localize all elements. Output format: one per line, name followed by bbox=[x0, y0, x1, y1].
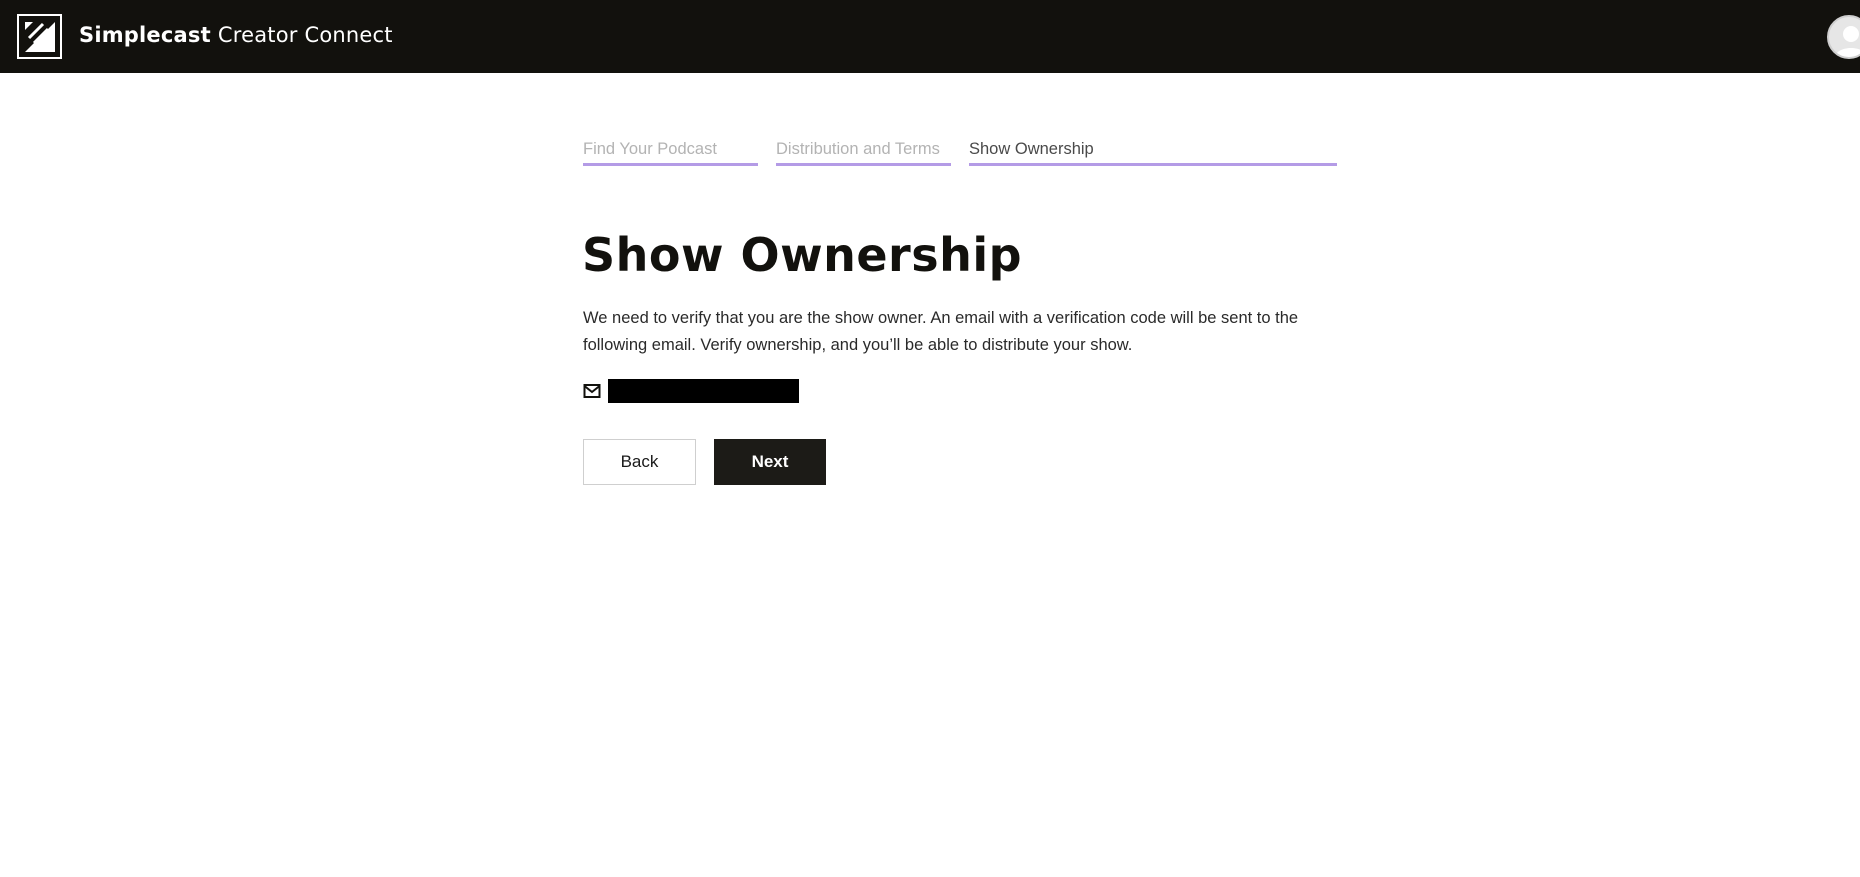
brand-title[interactable]: Simplecast Creator Connect bbox=[79, 23, 393, 47]
user-avatar-icon[interactable] bbox=[1827, 15, 1860, 59]
page-title: Show Ownership bbox=[582, 228, 1023, 282]
brand-name: Simplecast bbox=[79, 23, 211, 47]
step-distribution-and-terms[interactable]: Distribution and Terms bbox=[776, 138, 951, 166]
top-bar: Simplecast Creator Connect bbox=[0, 0, 1860, 73]
ownership-description: We need to verify that you are the show … bbox=[583, 309, 1299, 354]
simplecast-logo-icon[interactable] bbox=[17, 14, 62, 59]
step-label: Distribution and Terms bbox=[776, 140, 940, 158]
brand-product: Creator Connect bbox=[217, 23, 393, 47]
owner-email-redacted bbox=[608, 379, 799, 403]
owner-email-row bbox=[583, 379, 799, 403]
step-find-your-podcast[interactable]: Find Your Podcast bbox=[583, 138, 758, 166]
step-label: Find Your Podcast bbox=[583, 140, 717, 158]
mail-icon bbox=[583, 384, 601, 398]
step-label: Show Ownership bbox=[969, 140, 1094, 158]
back-button[interactable]: Back bbox=[583, 439, 696, 485]
step-show-ownership[interactable]: Show Ownership bbox=[969, 138, 1337, 166]
next-button[interactable]: Next bbox=[714, 439, 826, 485]
